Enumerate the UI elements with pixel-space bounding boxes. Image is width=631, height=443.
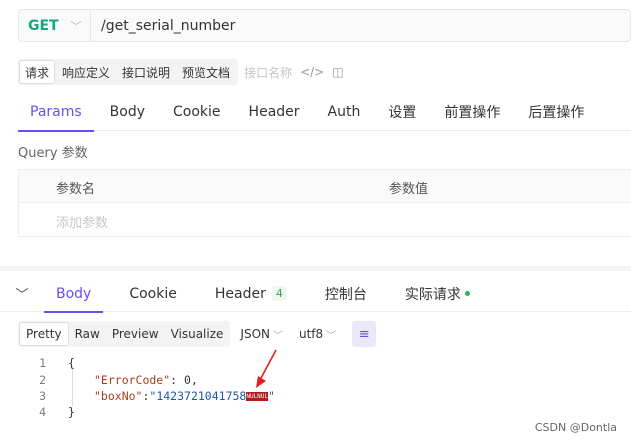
watermark: CSDN @Dontla — [534, 421, 617, 434]
annotation-arrow-icon — [256, 349, 277, 388]
